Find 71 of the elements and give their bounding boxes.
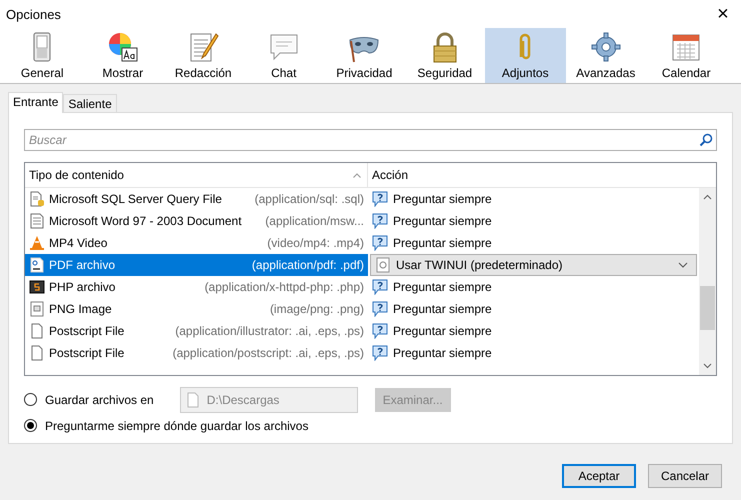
- blank-file-icon: [29, 323, 45, 339]
- question-bubble-icon: [372, 345, 388, 361]
- file-type-name: Microsoft SQL Server Query File: [49, 192, 222, 206]
- mime-type: (video/mp4: .mp4): [267, 236, 364, 250]
- column-header[interactable]: Acción: [368, 163, 716, 187]
- table-row[interactable]: Postscript File (application/illustrator: .ai, .eps, .ps): [25, 320, 368, 342]
- mime-type: (application/postscript: .ai, .eps, .ps): [172, 346, 364, 360]
- file-type-name: Postscript File: [49, 324, 124, 338]
- dialog-button[interactable]: Cancelar: [648, 464, 722, 488]
- dialog-button[interactable]: Aceptar: [562, 464, 636, 488]
- action-cell: Preguntar siempre: [368, 210, 699, 232]
- mime-type: (application/sql: .sql): [254, 192, 364, 206]
- image-file-icon: [29, 301, 45, 317]
- file-type-name: Postscript File: [49, 346, 124, 360]
- caret-icon: [678, 262, 688, 268]
- table-row[interactable]: Postscript File (application/postscript: .ai, .eps, .ps): [25, 342, 368, 364]
- tab[interactable]: Saliente: [63, 94, 117, 112]
- terminal-icon: [29, 279, 45, 295]
- mime-type: (application/msw...: [265, 214, 364, 228]
- search-field[interactable]: Buscar: [24, 129, 717, 151]
- window-title: Opciones: [6, 6, 61, 22]
- question-bubble-icon: [372, 323, 388, 339]
- column-header[interactable]: Tipo de contenido: [25, 163, 368, 187]
- toolbar-tab[interactable]: Mostrar: [82, 28, 163, 83]
- mime-type: (application/x-httpd-php: .php): [204, 280, 364, 294]
- question-bubble-icon: [372, 279, 388, 295]
- mime-type: (image/png: .png): [270, 302, 364, 316]
- search-icon[interactable]: [699, 133, 713, 147]
- question-bubble-icon: [372, 191, 388, 207]
- file-type-name: PDF archivo: [49, 258, 116, 272]
- radio-button[interactable]: [24, 419, 37, 432]
- action-dropdown[interactable]: Usar TWINUI (predeterminado): [370, 254, 697, 276]
- action-cell: Preguntar siempre: [368, 188, 699, 210]
- table-row[interactable]: PHP archivo (application/x-httpd-php: .php): [25, 276, 368, 298]
- toolbar-tab[interactable]: Adjuntos: [485, 28, 566, 83]
- traffic-cone-icon: [29, 235, 45, 251]
- question-bubble-icon: [372, 213, 388, 229]
- document-icon: [29, 213, 45, 229]
- blank-file-icon: [29, 345, 45, 361]
- blank-file-icon: [186, 392, 199, 408]
- table-row[interactable]: Microsoft SQL Server Query File (application/sql: .sql): [25, 188, 368, 210]
- action-cell: Preguntar siempre: [368, 276, 699, 298]
- radio-label[interactable]: Preguntarme siempre dónde guardar los archivos: [45, 418, 308, 432]
- question-bubble-icon: [372, 301, 388, 317]
- file-type-name: PHP archivo: [49, 280, 116, 294]
- file-type-name: Microsoft Word 97 - 2003 Document: [49, 214, 242, 228]
- mime-type: (application/pdf: .pdf): [252, 258, 364, 272]
- gear-icon: [590, 31, 622, 63]
- file-type-name: MP4 Video: [49, 236, 108, 250]
- toolbar-tab[interactable]: Seguridad: [404, 28, 485, 83]
- table-row[interactable]: Microsoft Word 97 - 2003 Document (application/msw...: [25, 210, 368, 232]
- action-cell: Preguntar siempre: [368, 320, 699, 342]
- toolbar-tab[interactable]: Redacción: [163, 28, 244, 83]
- action-cell: Preguntar siempre: [368, 342, 699, 364]
- mime-type: (application/illustrator: .ai, .eps, .ps): [175, 324, 364, 338]
- action-cell: Preguntar siempre: [368, 232, 699, 254]
- tab[interactable]: Entrante: [8, 92, 64, 113]
- question-bubble-icon: [372, 235, 388, 251]
- table-row[interactable]: PDF archivo (application/pdf: .pdf): [25, 254, 368, 276]
- toolbar-tab[interactable]: Chat: [244, 28, 324, 83]
- file-type-name: PNG Image: [49, 302, 112, 316]
- color-wheel-icon: [106, 31, 139, 63]
- toolbar-tab[interactable]: Avanzadas: [566, 28, 646, 83]
- document-database-icon: [29, 191, 45, 207]
- close-button[interactable]: ×: [711, 4, 735, 24]
- toolbar-tab[interactable]: Calendar: [646, 28, 726, 83]
- toolbar-tab[interactable]: Privacidad: [324, 28, 404, 83]
- table-row[interactable]: PNG Image (image/png: .png): [25, 298, 368, 320]
- table-row[interactable]: MP4 Video (video/mp4: .mp4): [25, 232, 368, 254]
- toolbar-tab[interactable]: General: [2, 28, 82, 83]
- action-cell: Preguntar siempre: [368, 298, 699, 320]
